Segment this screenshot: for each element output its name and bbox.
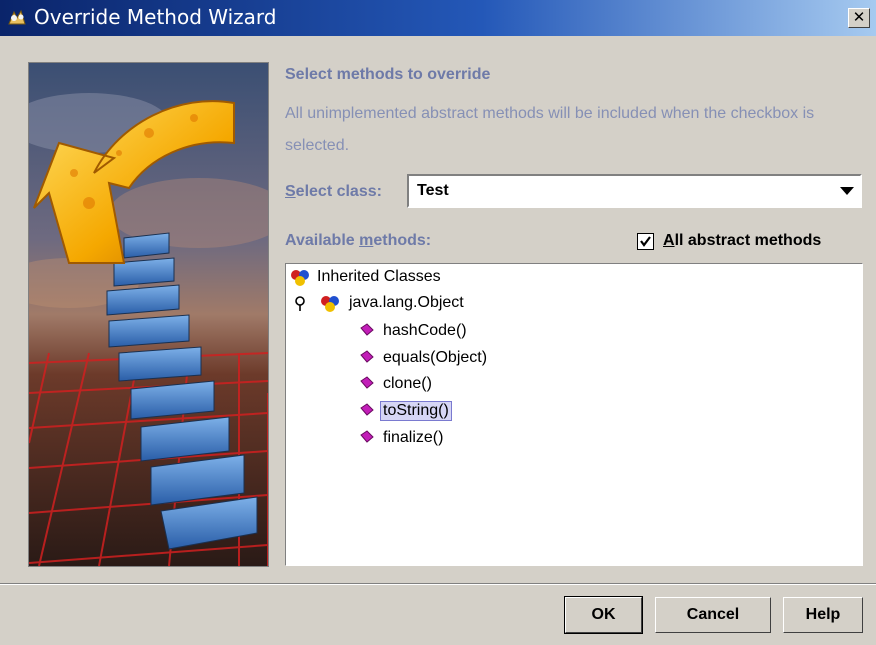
wizard-app-icon: [8, 9, 26, 25]
cancel-button[interactable]: Cancel: [655, 597, 771, 633]
method-icon: [360, 323, 374, 336]
tree-node-label: java.lang.Object: [349, 294, 464, 311]
staircase-arrow-image: [29, 63, 268, 566]
method-label: hashCode(): [383, 322, 467, 339]
all-abstract-label-text: ll abstract methods: [674, 232, 822, 249]
close-button[interactable]: ✕: [848, 8, 870, 28]
method-label: equals(Object): [383, 349, 488, 366]
methods-tree[interactable]: Inherited Classes java.lang.Object hashC…: [285, 263, 863, 566]
select-class-combobox[interactable]: Test: [407, 174, 862, 208]
select-class-label-text: elect class:: [295, 183, 382, 200]
expand-toggle-icon[interactable]: [294, 296, 306, 312]
title-bar: Override Method Wizard ✕: [0, 0, 876, 36]
all-abstract-mnemonic: A: [663, 232, 675, 249]
available-methods-mnemonic: m: [359, 232, 374, 249]
method-icon: [360, 350, 374, 363]
ok-button[interactable]: OK: [564, 596, 643, 634]
wizard-illustration: [28, 62, 269, 567]
method-icon: [360, 403, 374, 416]
method-label: toString(): [380, 401, 452, 421]
all-abstract-methods-checkbox[interactable]: [637, 233, 654, 250]
method-icon: [360, 430, 374, 443]
available-methods-label-post: ethods:: [373, 232, 432, 249]
select-class-mnemonic: S: [285, 183, 296, 200]
select-class-label: Select class:: [285, 183, 382, 201]
help-button[interactable]: Help: [783, 597, 863, 633]
page-description: All unimplemented abstract methods will …: [285, 105, 815, 154]
method-icon: [360, 376, 374, 389]
available-methods-label-pre: Available: [285, 232, 360, 249]
checkmark-icon: [640, 236, 651, 247]
button-bar-separator: [0, 583, 876, 585]
close-icon: ✕: [852, 8, 866, 26]
tree-node-label: Inherited Classes: [317, 268, 441, 285]
available-methods-label: Available methods:: [285, 232, 431, 250]
method-label: clone(): [383, 375, 432, 392]
class-icon: [321, 296, 339, 312]
class-group-icon: [291, 270, 309, 286]
dropdown-arrow-icon[interactable]: [840, 187, 854, 195]
method-label: finalize(): [383, 429, 444, 446]
select-class-value: Test: [417, 182, 449, 199]
window-title: Override Method Wizard: [34, 5, 277, 29]
page-heading: Select methods to override: [285, 66, 491, 83]
all-abstract-methods-label[interactable]: All abstract methods: [663, 232, 821, 250]
